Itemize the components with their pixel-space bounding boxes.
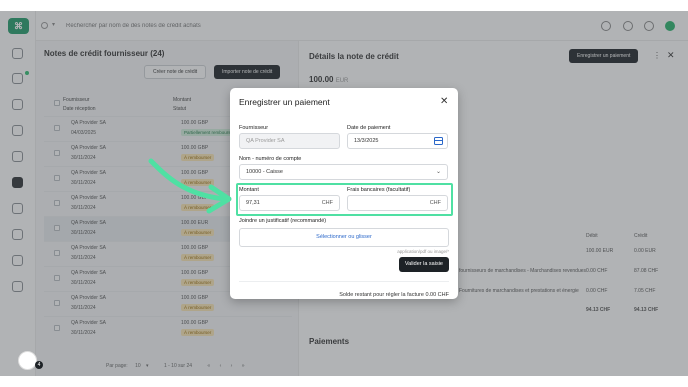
payment-date-label: Date de paiement bbox=[347, 125, 391, 131]
close-icon[interactable]: ✕ bbox=[440, 97, 448, 107]
payment-date-field[interactable]: 13/3/2025 bbox=[347, 133, 448, 149]
chevron-down-icon[interactable]: ⌄ bbox=[436, 168, 441, 175]
upload-hint: application/pdf ou image/* bbox=[397, 249, 449, 254]
account-label: Nom - numéro de compte bbox=[239, 156, 302, 162]
account-select[interactable]: 10000 - Caisse ⌄ bbox=[239, 164, 448, 180]
payment-date-value: 13/3/2025 bbox=[354, 138, 379, 144]
supplier-label: Fournisseur bbox=[239, 125, 269, 131]
highlight-box bbox=[236, 183, 453, 216]
divider bbox=[239, 281, 449, 282]
calendar-icon[interactable] bbox=[434, 137, 443, 145]
remaining-balance: Solde restant pour régler la facture 0.0… bbox=[339, 292, 449, 298]
annotation-arrow-icon bbox=[148, 158, 232, 214]
modal-title: Enregistrer un paiement bbox=[239, 97, 330, 107]
upload-link[interactable]: Sélectionner ou glisser bbox=[240, 234, 448, 240]
file-upload-dropzone[interactable]: Sélectionner ou glisser bbox=[239, 228, 449, 247]
supplier-field: QA Provider SA bbox=[239, 133, 340, 149]
account-value: 10000 - Caisse bbox=[246, 169, 283, 175]
supplier-value: QA Provider SA bbox=[246, 138, 285, 144]
app-frame: ⌘ ▾ Notes de crédit fournisseur (24) Cré… bbox=[0, 11, 688, 376]
attach-label: Joindre un justificatif (recommandé) bbox=[239, 218, 327, 224]
help-widget-icon[interactable] bbox=[18, 351, 37, 370]
submit-button[interactable]: Valider la saisie bbox=[398, 257, 449, 272]
help-badge: 4 bbox=[35, 361, 43, 369]
